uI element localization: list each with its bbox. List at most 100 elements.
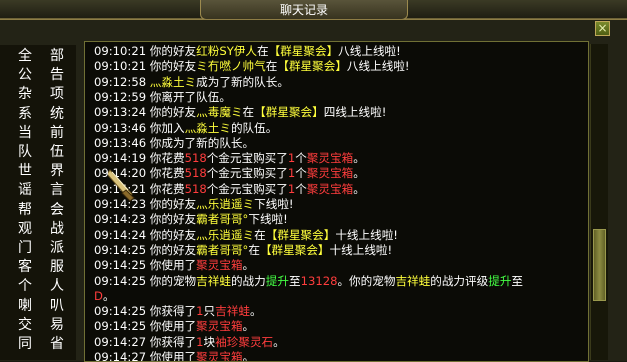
chat-timestamp: 09:14:25 [94, 258, 150, 273]
chat-scrollbar[interactable] [590, 44, 608, 360]
sidebar-item-char: 当 [18, 124, 32, 141]
chat-text: 块 [203, 334, 216, 349]
sidebar-item-char: 会 [50, 201, 64, 218]
chat-text[interactable]: 1 [196, 335, 203, 349]
chat-text[interactable]: 红粉SY伊人 [196, 44, 257, 58]
chat-text: 四线上线啦! [323, 105, 387, 120]
sidebar-item-5[interactable]: 队伍 [18, 143, 64, 161]
chat-text: 。 [353, 151, 365, 166]
chat-text: 你的好友 [149, 105, 197, 120]
chat-text: 成为了新的队长。 [196, 74, 289, 89]
chat-text[interactable]: 吉祥蛙 [196, 274, 231, 288]
chat-text: 你的好友 [149, 44, 197, 58]
scrollbar-thumb[interactable] [593, 229, 606, 301]
chat-text[interactable]: 【群星聚会】 [266, 228, 336, 242]
chat-line: 09:14:23 你的好友霸者哥哥°下线啦! [94, 212, 584, 227]
chat-text[interactable]: D [94, 289, 103, 303]
chat-text[interactable]: 灬乐逍遥ミ [196, 228, 254, 242]
chat-text[interactable]: 灬乐逍遥ミ [196, 197, 254, 211]
sidebar-item-14[interactable]: 交易 [18, 316, 64, 334]
chat-timestamp: 09:12:58 [94, 74, 150, 89]
chat-text[interactable]: 聚灵宝箱 [307, 151, 353, 165]
sidebar-item-0[interactable]: 全部 [18, 47, 64, 65]
sidebar-item-char: 喇 [18, 297, 32, 314]
chat-text: 的战力评级 [430, 273, 489, 288]
chat-timestamp: 09:14:24 [94, 227, 150, 242]
sidebar-item-11[interactable]: 客服 [18, 258, 64, 276]
window-title-text: 聊天记录 [279, 3, 328, 17]
chat-text: 。你的宠物 [337, 273, 396, 288]
sidebar-item-2[interactable]: 杂项 [18, 85, 64, 103]
sidebar-item-char: 言 [50, 182, 64, 199]
sidebar-item-char: 前 [50, 124, 64, 141]
chat-line: 09:14:20 你花费518个金元宝购买了1个聚灵宝箱。 [94, 166, 584, 181]
sidebar-item-char: 公 [18, 67, 32, 84]
sidebar-item-char: 个 [18, 278, 32, 295]
chat-text: 下线啦! [248, 212, 288, 227]
sidebar-item-3[interactable]: 系统 [18, 105, 64, 123]
chat-text[interactable]: 袖珍聚灵石 [215, 335, 273, 349]
sidebar-item-char: 界 [50, 163, 64, 180]
chat-text[interactable]: 【群星聚会】 [254, 105, 324, 119]
sidebar-item-15[interactable]: 同省 [18, 335, 64, 353]
sidebar-item-char: 全 [18, 48, 32, 64]
sidebar-item-char: 队 [18, 144, 32, 160]
chat-text[interactable]: 霸者哥哥° [196, 212, 248, 226]
chat-line: 09:14:21 你花费518个金元宝购买了1个聚灵宝箱。 [94, 182, 584, 197]
chat-timestamp: 09:13:46 [94, 135, 150, 150]
chat-text: 个金元宝购买了 [206, 151, 288, 166]
chat-text: 你花费 [149, 151, 185, 166]
chat-text[interactable]: ミ冇嘫ノ帅气 [196, 59, 266, 73]
chat-text[interactable]: 吉祥蛙 [395, 274, 430, 288]
close-button[interactable]: × [595, 21, 610, 36]
chat-text[interactable]: 霸者哥哥° [196, 243, 248, 257]
chat-line: 09:14:25 你的宠物吉祥蛙的战力提升至13128。你的宠物吉祥蛙的战力评级… [94, 274, 584, 289]
chat-text: 十线上线啦! [329, 242, 393, 257]
chat-text[interactable]: 聚灵宝箱 [307, 166, 353, 180]
chat-timestamp: 09:13:46 [94, 120, 150, 135]
chat-timestamp: 09:10:21 [94, 44, 150, 58]
chat-text[interactable]: 【群星聚会】 [260, 243, 330, 257]
chat-text[interactable]: 灬毒魔ミ [196, 105, 242, 119]
chat-text[interactable]: 518 [185, 182, 207, 196]
chat-text: 你的好友 [149, 197, 197, 211]
chat-text: 至 [511, 273, 524, 288]
chat-text: 。 [242, 350, 255, 362]
chat-text[interactable]: 【群星聚会】 [269, 44, 339, 58]
sidebar-item-1[interactable]: 公告 [18, 66, 64, 84]
chat-text[interactable]: 聚灵宝箱 [196, 319, 242, 333]
chat-text[interactable]: 吉祥蛙 [215, 304, 250, 318]
sidebar-item-13[interactable]: 喇叭 [18, 297, 64, 315]
chat-text[interactable]: 灬淼土ミ [150, 75, 196, 89]
chat-text: 。 [273, 334, 285, 349]
sidebar-item-10[interactable]: 门派 [18, 239, 64, 257]
chat-text: 。 [353, 166, 365, 181]
sidebar-item-9[interactable]: 观战 [18, 220, 64, 238]
chat-text: 八线上线啦! [346, 59, 410, 74]
chat-timestamp: 09:14:25 [94, 242, 150, 257]
chat-line: 09:14:25 你使用了聚灵宝箱。 [94, 319, 584, 334]
chat-text[interactable]: 聚灵宝箱 [196, 350, 242, 361]
chat-line: 09:14:19 你花费518个金元宝购买了1个聚灵宝箱。 [94, 151, 584, 166]
sidebar-item-4[interactable]: 当前 [18, 124, 64, 142]
sidebar-item-7[interactable]: 谣言 [18, 181, 64, 199]
chat-text[interactable]: 聚灵宝箱 [196, 258, 242, 272]
chat-text: 在 [256, 44, 269, 58]
chat-text[interactable]: 灬淼土ミ [185, 121, 231, 135]
chat-text: 提升 [488, 273, 512, 288]
chat-text[interactable]: 【群星聚会】 [277, 59, 347, 73]
sidebar-item-12[interactable]: 个人 [18, 277, 64, 295]
chat-timestamp: 09:10:21 [94, 59, 150, 74]
chat-text[interactable]: 1 [196, 304, 203, 318]
chat-text[interactable]: 518 [185, 166, 207, 180]
chat-text: 只 [203, 304, 216, 319]
chat-line: D。 [94, 289, 584, 304]
sidebar-item-8[interactable]: 帮会 [18, 201, 64, 219]
chat-text: 你离开了队伍。 [149, 89, 231, 104]
chat-text[interactable]: 聚灵宝箱 [307, 182, 353, 196]
sidebar-item-6[interactable]: 世界 [18, 162, 64, 180]
sidebar-item-char: 伍 [50, 144, 64, 160]
chat-text[interactable]: 13128 [301, 274, 338, 288]
chat-timestamp: 09:14:23 [94, 212, 150, 227]
chat-text[interactable]: 518 [185, 151, 207, 165]
